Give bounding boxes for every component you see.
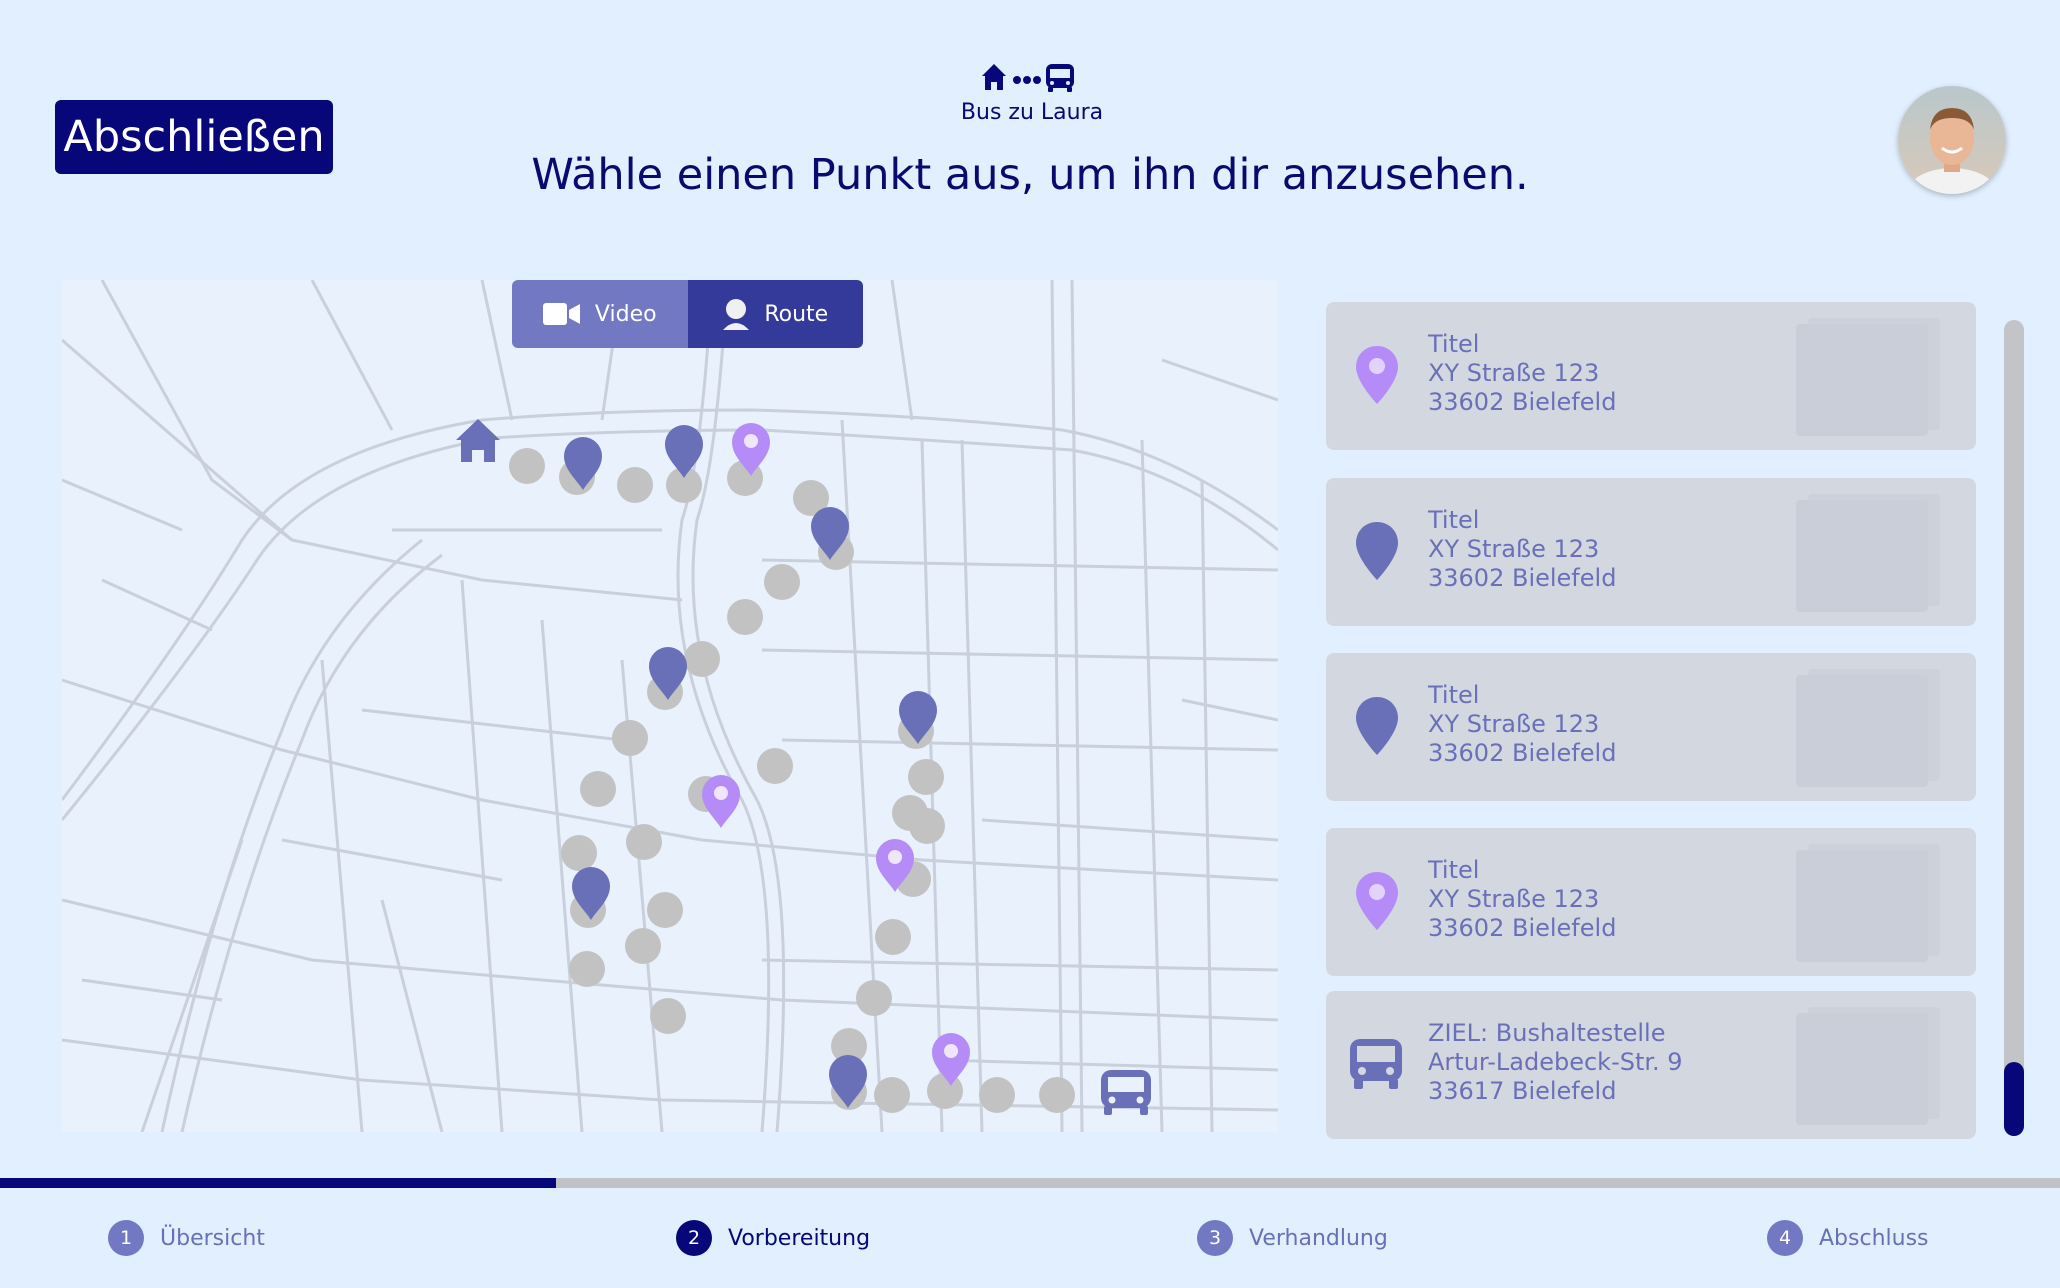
route-dot — [757, 748, 793, 784]
route-dot — [1039, 1077, 1075, 1113]
bus-icon — [1046, 64, 1074, 92]
tab-video[interactable]: Video — [512, 280, 688, 348]
progress-bar — [0, 1178, 2060, 1188]
step-number: 2 — [676, 1220, 712, 1256]
route-dot — [650, 998, 686, 1034]
map-pin-light-icon — [1356, 346, 1398, 404]
route-dot — [626, 824, 662, 860]
route-dot — [580, 771, 616, 807]
point-address: Titel XY Straße 123 33602 Bielefeld — [1428, 506, 1616, 593]
route-dot — [908, 759, 944, 795]
finish-button[interactable]: Abschließen — [55, 100, 333, 174]
route-dot — [684, 641, 720, 677]
avatar[interactable] — [1898, 86, 2006, 194]
progress-fill — [0, 1178, 557, 1188]
route-dot — [509, 448, 545, 484]
route-dot — [625, 928, 661, 964]
route-dot — [856, 980, 892, 1016]
tab-video-label: Video — [594, 301, 657, 327]
thumbnail — [1796, 500, 1928, 612]
map-pin-light-icon[interactable] — [702, 775, 740, 828]
step-label: Abschluss — [1819, 1225, 1929, 1251]
scrollbar-track[interactable] — [2004, 320, 2024, 1136]
step-number: 4 — [1767, 1220, 1803, 1256]
thumbnail — [1796, 1013, 1928, 1125]
step-label: Übersicht — [160, 1225, 265, 1251]
view-toggle[interactable]: Video Route — [512, 280, 863, 348]
list-item-destination[interactable]: ZIEL: Bushaltestelle Artur-Ladebeck-Str.… — [1326, 991, 1976, 1139]
street-map — [62, 280, 1278, 1132]
thumbnail — [1796, 850, 1928, 962]
point-street: XY Straße 123 — [1428, 535, 1600, 563]
route-dot — [875, 919, 911, 955]
route-dot — [612, 720, 648, 756]
home-icon — [982, 64, 1006, 90]
point-address: Titel XY Straße 123 33602 Bielefeld — [1428, 856, 1616, 943]
point-city: 33602 Bielefeld — [1428, 388, 1617, 416]
point-address: Titel XY Straße 123 33602 Bielefeld — [1428, 330, 1616, 417]
thumbnail — [1796, 675, 1928, 787]
step-abschluss[interactable]: 4 Abschluss — [1767, 1220, 1929, 1256]
point-address: ZIEL: Bushaltestelle Artur-Ladebeck-Str.… — [1428, 1019, 1683, 1106]
route-dot — [617, 467, 653, 503]
point-street: Artur-Ladebeck-Str. 9 — [1428, 1048, 1683, 1076]
route-dot — [764, 564, 800, 600]
route-dot — [561, 835, 597, 871]
step-uebersicht[interactable]: 1 Übersicht — [108, 1220, 265, 1256]
point-title: ZIEL: Bushaltestelle — [1428, 1019, 1666, 1047]
step-vorbereitung[interactable]: 2 Vorbereitung — [676, 1220, 870, 1256]
point-title: Titel — [1428, 856, 1480, 884]
list-item[interactable]: Titel XY Straße 123 33602 Bielefeld — [1326, 478, 1976, 626]
map-pin-dark-icon — [1356, 522, 1398, 580]
map-pin-light-icon — [1356, 872, 1398, 930]
point-city: 33602 Bielefeld — [1428, 914, 1617, 942]
map-pin-dark-icon[interactable] — [665, 425, 703, 478]
step-label: Verhandlung — [1249, 1225, 1388, 1251]
route-dot — [874, 1077, 910, 1113]
point-title: Titel — [1428, 330, 1480, 358]
tab-route-label: Route — [764, 301, 829, 327]
start-home-icon[interactable] — [456, 419, 500, 462]
route-dot — [927, 1073, 963, 1109]
point-street: XY Straße 123 — [1428, 885, 1600, 913]
page-title: Wähle einen Punkt aus, um ihn dir anzuse… — [531, 150, 1529, 200]
point-city: 33602 Bielefeld — [1428, 564, 1617, 592]
point-street: XY Straße 123 — [1428, 359, 1600, 387]
route-dot — [569, 951, 605, 987]
bus-icon — [1350, 1039, 1402, 1089]
tab-route[interactable]: Route — [687, 280, 863, 348]
route-dot — [647, 892, 683, 928]
list-item[interactable]: Titel XY Straße 123 33602 Bielefeld — [1326, 653, 1976, 801]
route-dot — [727, 599, 763, 635]
person-icon — [723, 299, 750, 330]
list-item[interactable]: Titel XY Straße 123 33602 Bielefeld — [1326, 828, 1976, 976]
route-dot — [979, 1077, 1015, 1113]
route-dot — [892, 795, 928, 831]
video-camera-icon — [542, 303, 580, 325]
point-city: 33617 Bielefeld — [1428, 1077, 1617, 1105]
thumbnail — [1796, 324, 1928, 436]
point-address: Titel XY Straße 123 33602 Bielefeld — [1428, 681, 1616, 768]
route-header-icons — [982, 64, 1074, 92]
list-item[interactable]: Titel XY Straße 123 33602 Bielefeld — [1326, 302, 1976, 450]
scrollbar-thumb[interactable] — [2004, 1062, 2024, 1136]
route-subtitle: Bus zu Laura — [960, 100, 1104, 125]
dots-icon — [1013, 76, 1041, 84]
step-label: Vorbereitung — [728, 1225, 871, 1251]
point-title: Titel — [1428, 506, 1480, 534]
point-street: XY Straße 123 — [1428, 710, 1600, 738]
step-number: 1 — [108, 1220, 144, 1256]
route-dots — [509, 448, 1075, 1113]
map-pin-dark-icon — [1356, 697, 1398, 755]
point-title: Titel — [1428, 681, 1480, 709]
route-map[interactable] — [62, 280, 1278, 1132]
point-city: 33602 Bielefeld — [1428, 739, 1617, 767]
step-verhandlung[interactable]: 3 Verhandlung — [1197, 1220, 1388, 1256]
step-number: 3 — [1197, 1220, 1233, 1256]
